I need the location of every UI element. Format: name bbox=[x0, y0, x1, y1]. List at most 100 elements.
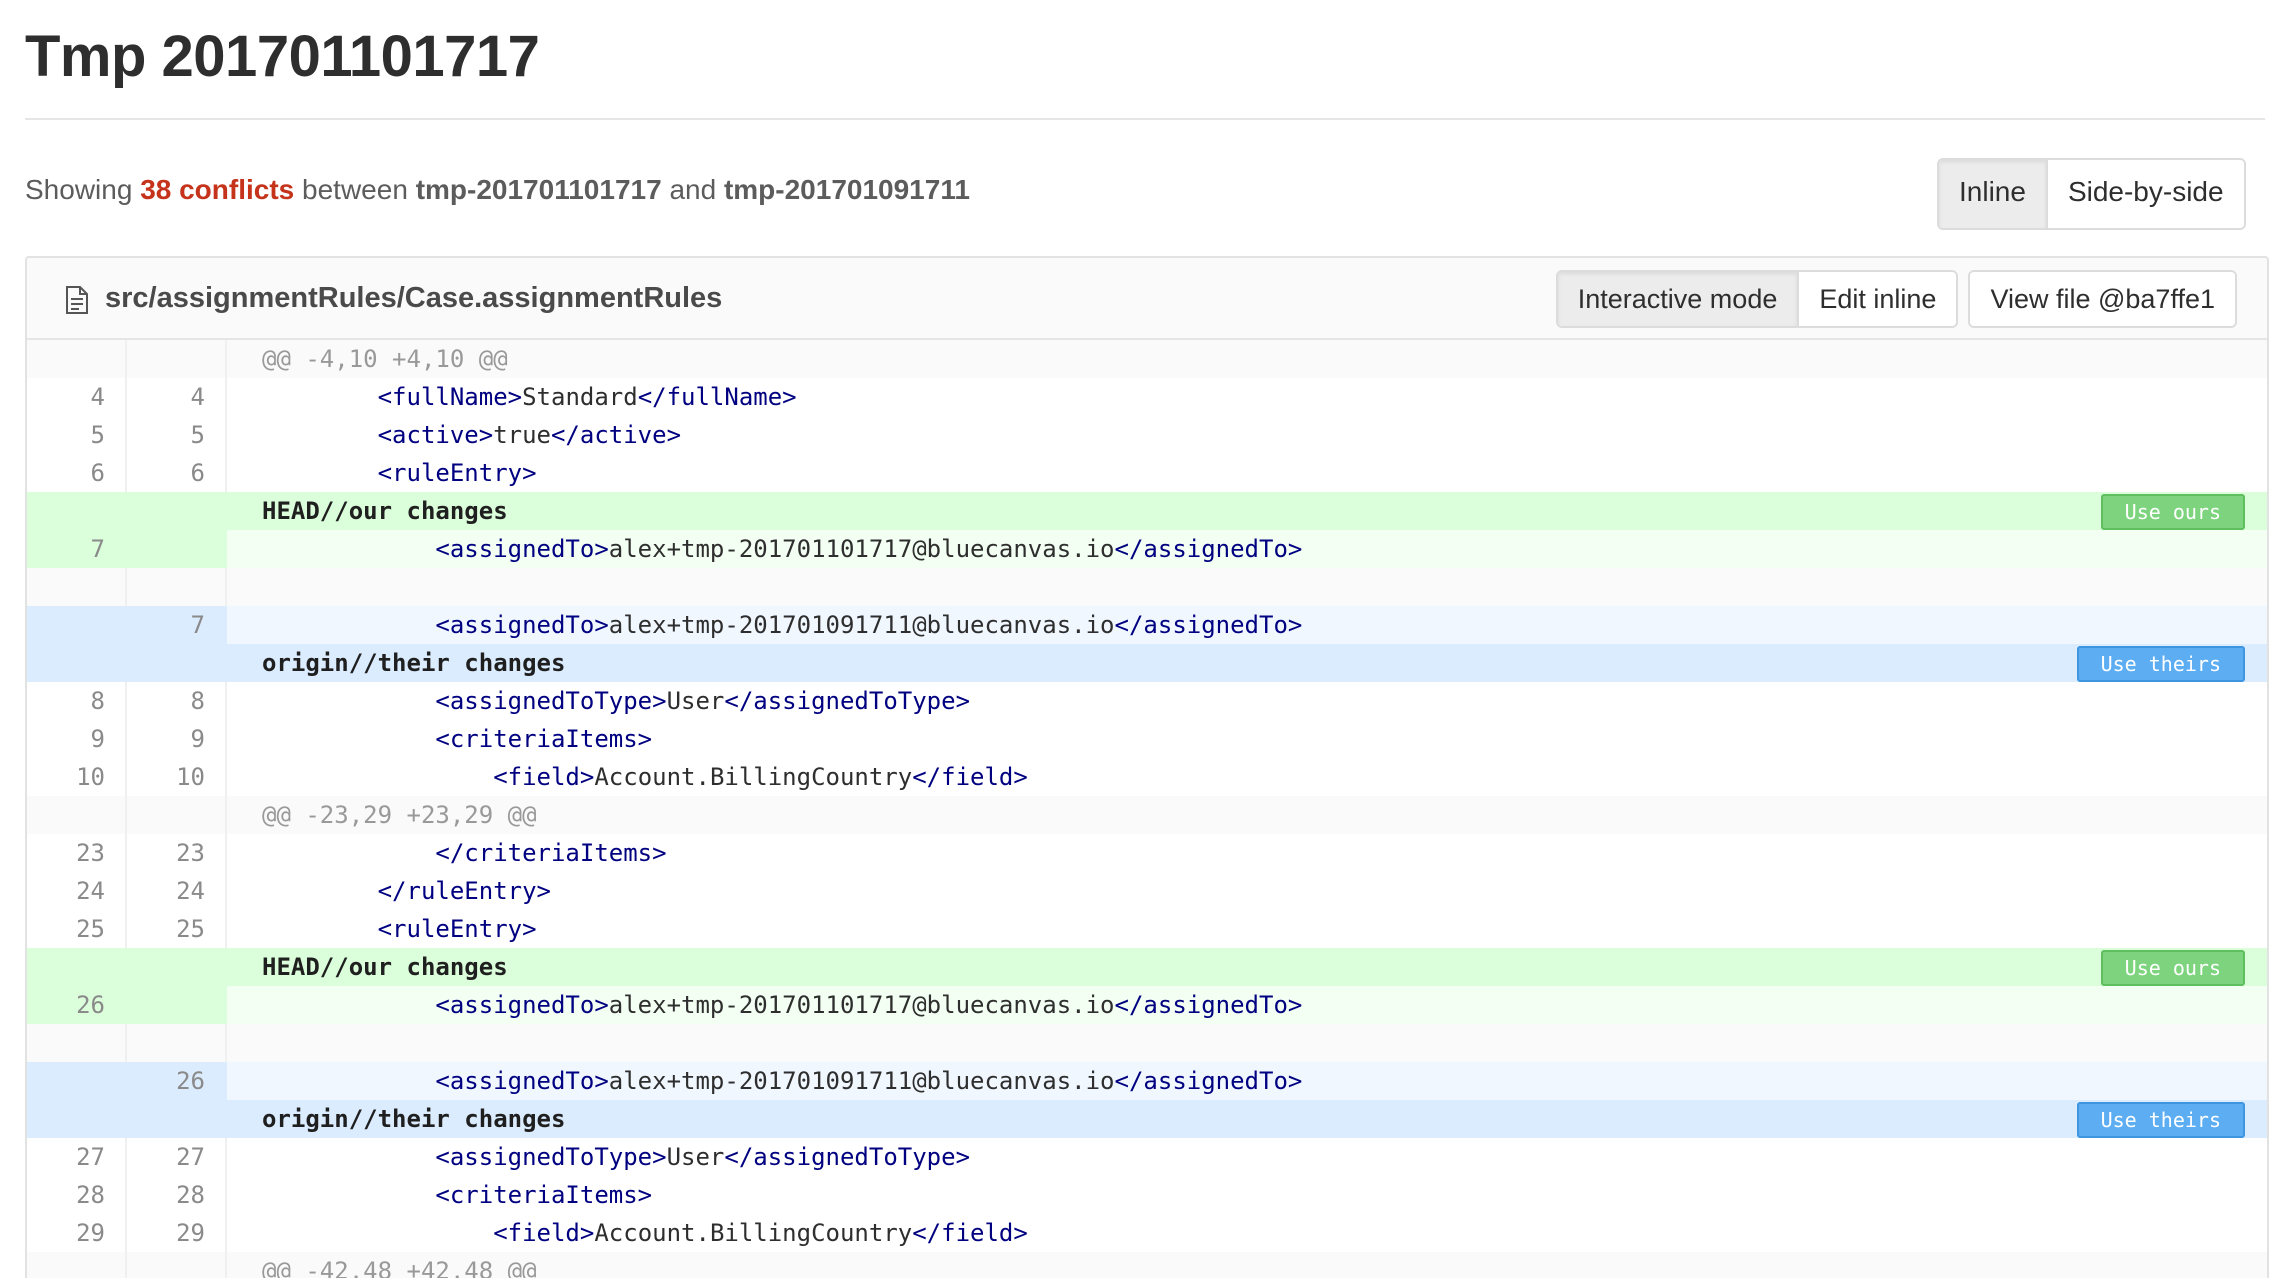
new-line-number: 5 bbox=[127, 416, 227, 454]
new-line-number: 6 bbox=[127, 454, 227, 492]
line-code: <fullName>Standard</fullName> bbox=[377, 383, 797, 411]
line-code: @@ -23,29 +23,29 @@ bbox=[262, 801, 537, 829]
new-line-number: 4 bbox=[127, 378, 227, 416]
interactive-mode-button[interactable]: Interactive mode bbox=[1557, 272, 1798, 326]
line-code bbox=[227, 568, 2267, 606]
separator-row bbox=[27, 568, 2267, 606]
theirs-line-row: 26 <assignedTo>alex+tmp-201701091711@blu… bbox=[27, 1062, 2267, 1100]
context-line-row: 44 <fullName>Standard</fullName> bbox=[27, 378, 2267, 416]
old-line-number: 9 bbox=[27, 720, 127, 758]
old-line-number bbox=[27, 948, 127, 986]
use-theirs-button[interactable]: Use theirs bbox=[2076, 646, 2245, 682]
line-code: <assignedTo>alex+tmp-201701101717@blueca… bbox=[435, 535, 1303, 563]
line-code: <criteriaItems> bbox=[435, 725, 653, 753]
context-line-row: 23 23 </criteriaItems> bbox=[27, 834, 2267, 872]
line-code: <ruleEntry> bbox=[377, 915, 537, 943]
old-line-number: 6 bbox=[27, 454, 127, 492]
ours-line-row: 7 <assignedTo>alex+tmp-201701101717@blue… bbox=[27, 530, 2267, 568]
old-line-number: 10 bbox=[27, 758, 127, 796]
new-line-number: 24 bbox=[127, 872, 227, 910]
context-line-row: 25 25 <ruleEntry> bbox=[27, 910, 2267, 948]
new-line-number bbox=[127, 492, 227, 530]
side-by-side-view-button[interactable]: Side-by-side bbox=[2047, 160, 2244, 228]
conflict-summary: Showing 38 conflicts between tmp-2017011… bbox=[25, 170, 970, 210]
line-code: <assignedTo>alex+tmp-201701091711@blueca… bbox=[435, 1067, 1303, 1095]
resolve-mode-toggle: Interactive mode Edit inline bbox=[1555, 270, 1959, 328]
page-title: Tmp 201701101717 bbox=[25, 24, 540, 89]
old-line-number: 23 bbox=[27, 834, 127, 872]
new-line-number bbox=[127, 986, 227, 1024]
line-code: <field>Account.BillingCountry</field> bbox=[493, 1219, 1028, 1247]
new-line-number: 8 bbox=[127, 682, 227, 720]
use-theirs-button[interactable]: Use theirs bbox=[2076, 1102, 2245, 1138]
theirs-line-row: 7 <assignedTo>alex+tmp-201701091711@blue… bbox=[27, 606, 2267, 644]
theirs-section-header: origin//their changes Use theirs bbox=[27, 644, 2267, 682]
old-line-number bbox=[27, 568, 127, 606]
line-code: origin//their changes bbox=[262, 649, 566, 677]
line-code: origin//their changes bbox=[262, 1105, 566, 1133]
old-line-number bbox=[27, 606, 127, 644]
new-line-number bbox=[127, 796, 227, 834]
line-code: @@ -4,10 +4,10 @@ bbox=[262, 345, 508, 373]
summary-between: between bbox=[302, 174, 408, 205]
file-path[interactable]: src/assignmentRules/Case.assignmentRules bbox=[105, 278, 722, 318]
new-line-number: 10 bbox=[127, 758, 227, 796]
context-line-row: 27 27 <assignedToType>User</assignedToTyp… bbox=[27, 1138, 2267, 1176]
inline-view-button[interactable]: Inline bbox=[1939, 160, 2046, 228]
merge-conflict-page: Tmp 201701101717 Showing 38 conflicts be… bbox=[0, 0, 2285, 1278]
view-mode-toggle: Inline Side-by-side bbox=[1937, 158, 2246, 230]
old-line-number bbox=[27, 340, 127, 378]
line-code: <active>true</active> bbox=[377, 421, 682, 449]
file-actions: Interactive mode Edit inline View file @… bbox=[1555, 270, 2237, 328]
hunk-header-row: @@ -4,10 +4,10 @@ bbox=[27, 340, 2267, 378]
line-code: <assignedTo>alex+tmp-201701091711@blueca… bbox=[435, 611, 1303, 639]
new-line-number: 29 bbox=[127, 1214, 227, 1252]
old-line-number: 28 bbox=[27, 1176, 127, 1214]
view-file-button[interactable]: View file @ba7ffe1 bbox=[1970, 272, 2235, 326]
context-line-row: 99 <criteriaItems> bbox=[27, 720, 2267, 758]
use-ours-button[interactable]: Use ours bbox=[2100, 494, 2245, 530]
old-line-number bbox=[27, 1100, 127, 1138]
old-line-number: 4 bbox=[27, 378, 127, 416]
ours-section-header: HEAD//our changes Use ours bbox=[27, 492, 2267, 530]
new-line-number: 27 bbox=[127, 1138, 227, 1176]
line-code: HEAD//our changes bbox=[262, 953, 508, 981]
context-line-row: 24 24 </ruleEntry> bbox=[27, 872, 2267, 910]
view-file-group: View file @ba7ffe1 bbox=[1968, 270, 2237, 328]
old-line-number: 25 bbox=[27, 910, 127, 948]
old-line-number bbox=[27, 1252, 127, 1278]
use-ours-button[interactable]: Use ours bbox=[2100, 950, 2245, 986]
old-line-number bbox=[27, 644, 127, 682]
line-code: <assignedTo>alex+tmp-201701101717@blueca… bbox=[435, 991, 1303, 1019]
new-line-number: 7 bbox=[127, 606, 227, 644]
new-line-number bbox=[127, 948, 227, 986]
target-branch: tmp-201701091711 bbox=[723, 174, 970, 205]
theirs-section-header: origin//their changes Use theirs bbox=[27, 1100, 2267, 1138]
old-line-number: 5 bbox=[27, 416, 127, 454]
old-line-number bbox=[27, 492, 127, 530]
line-code: </criteriaItems> bbox=[435, 839, 667, 867]
line-code: </ruleEntry> bbox=[377, 877, 551, 905]
new-line-number: 26 bbox=[127, 1062, 227, 1100]
diff-table: @@ -4,10 +4,10 @@ 4 4 <fullName>Standard</… bbox=[27, 340, 2267, 1278]
context-line-row: 88 <assignedToType>User</assignedToType> bbox=[27, 682, 2267, 720]
new-line-number bbox=[127, 340, 227, 378]
file-header: src/assignmentRules/Case.assignmentRules… bbox=[27, 258, 2267, 340]
file-conflict-panel: src/assignmentRules/Case.assignmentRules… bbox=[25, 256, 2269, 1278]
new-line-number bbox=[127, 530, 227, 568]
ours-line-row: 26 <assignedTo>alex+tmp-201701101717@blu… bbox=[27, 986, 2267, 1024]
old-line-number bbox=[27, 1062, 127, 1100]
new-line-number: 28 bbox=[127, 1176, 227, 1214]
file-text-icon bbox=[66, 286, 88, 314]
line-code: HEAD//our changes bbox=[262, 497, 508, 525]
line-code: <assignedToType>User</assignedToType> bbox=[435, 687, 971, 715]
separator-row bbox=[27, 1024, 2267, 1062]
hunk-header-row: @@ -42,48 +42,48 @@ bbox=[27, 1252, 2267, 1278]
line-code bbox=[227, 1024, 2267, 1062]
context-line-row: 66 <ruleEntry> bbox=[27, 454, 2267, 492]
new-line-number bbox=[127, 1100, 227, 1138]
context-line-row: 55 <active>true</active> bbox=[27, 416, 2267, 454]
line-code: <ruleEntry> bbox=[377, 459, 537, 487]
old-line-number bbox=[27, 1024, 127, 1062]
edit-inline-button[interactable]: Edit inline bbox=[1799, 272, 1957, 326]
